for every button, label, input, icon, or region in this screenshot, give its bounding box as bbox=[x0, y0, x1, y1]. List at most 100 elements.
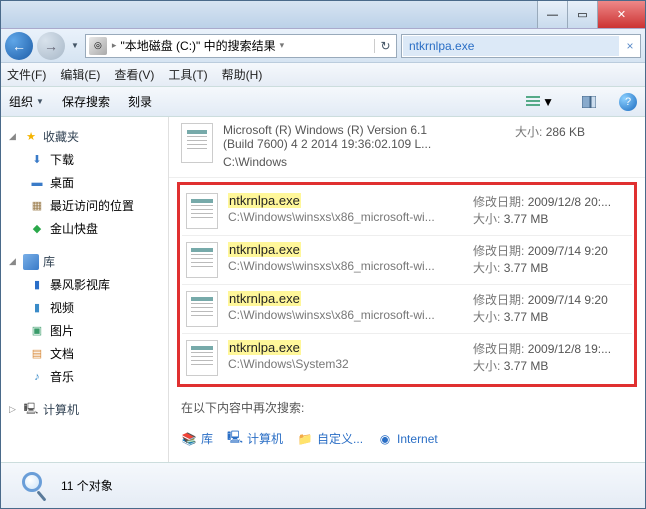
size-value: 3.77 MB bbox=[504, 359, 549, 373]
burn-label: 刻录 bbox=[128, 93, 152, 110]
menu-tools[interactable]: 工具(T) bbox=[168, 66, 207, 83]
link-label: 计算机 bbox=[247, 430, 283, 447]
search-again-label: 在以下内容中再次搜索: bbox=[169, 391, 645, 424]
address-bar[interactable]: ◎ ▸ "本地磁盘 (C:)" 中的搜索结果 ▾ ↻ bbox=[85, 34, 397, 58]
size-label: 大小: bbox=[473, 359, 500, 373]
link-label: Internet bbox=[397, 432, 438, 446]
file-icon bbox=[186, 291, 218, 327]
libraries-label: 库 bbox=[43, 253, 55, 270]
search-again-links: 📚库 🖳计算机 📁自定义... ◉ Internet bbox=[169, 424, 645, 447]
sidebar-item-jinshan[interactable]: ◆ 金山快盘 bbox=[5, 217, 164, 240]
top-result-item[interactable]: Microsoft (R) Windows (R) Version 6.1 (B… bbox=[169, 117, 645, 178]
date-value: 2009/12/8 19:... bbox=[528, 342, 611, 356]
document-icon: ▤ bbox=[29, 346, 45, 362]
size-value: 286 KB bbox=[546, 125, 585, 139]
burn-button[interactable]: 刻录 bbox=[128, 93, 152, 110]
date-value: 2009/7/14 9:20 bbox=[528, 293, 608, 307]
explorer-window: — ▭ ✕ ← → ▼ ◎ ▸ "本地磁盘 (C:)" 中的搜索结果 ▾ ↻ ×… bbox=[0, 0, 646, 509]
minimize-button[interactable]: — bbox=[537, 1, 567, 28]
search-result-item[interactable]: ntkrnlpa.exeC:\Windows\System32 修改日期: 20… bbox=[182, 333, 632, 382]
search-result-item[interactable]: ntkrnlpa.exeC:\Windows\winsxs\x86_micros… bbox=[182, 235, 632, 284]
date-label: 修改日期: bbox=[473, 244, 524, 258]
cloud-icon: ◆ bbox=[29, 221, 45, 237]
chevron-down-icon: ▼ bbox=[542, 95, 554, 109]
result-filename: ntkrnlpa.exe bbox=[228, 291, 301, 306]
recent-icon: ▦ bbox=[29, 198, 45, 214]
highlighted-results-box: ntkrnlpa.exe C:\Windows\winsxs\x86_micros… bbox=[177, 182, 637, 387]
menu-bar: 文件(F) 编辑(E) 查看(V) 工具(T) 帮助(H) bbox=[1, 63, 645, 87]
size-label: 大小: bbox=[473, 261, 500, 275]
sidebar-computer-header[interactable]: ▷ 🖳 计算机 bbox=[5, 398, 164, 421]
search-internet[interactable]: ◉ Internet bbox=[377, 431, 438, 447]
view-mode-button[interactable]: ▼ bbox=[521, 92, 559, 112]
search-input[interactable] bbox=[403, 36, 619, 56]
result-filename: ntkrnlpa.exe bbox=[228, 242, 301, 257]
address-text: "本地磁盘 (C:)" 中的搜索结果 bbox=[118, 37, 277, 54]
film-icon: ▮ bbox=[29, 277, 45, 293]
sidebar-item-video[interactable]: ▮视频 bbox=[5, 296, 164, 319]
computer-label: 计算机 bbox=[43, 401, 79, 418]
titlebar: — ▭ ✕ bbox=[1, 1, 645, 29]
sidebar-favorites-header[interactable]: ◢ ★ 收藏夹 bbox=[5, 125, 164, 148]
command-bar: 组织 ▼ 保存搜索 刻录 ▼ ? bbox=[1, 87, 645, 117]
menu-view[interactable]: 查看(V) bbox=[114, 66, 154, 83]
link-label: 库 bbox=[201, 430, 213, 447]
size-label: 大小: bbox=[473, 212, 500, 226]
help-button[interactable]: ? bbox=[619, 93, 637, 111]
sidebar-item-recent[interactable]: ▦最近访问的位置 bbox=[5, 194, 164, 217]
sidebar-item-downloads[interactable]: ⬇ 下载 bbox=[5, 148, 164, 171]
address-dropdown-icon[interactable]: ▾ bbox=[278, 40, 287, 51]
maximize-button[interactable]: ▭ bbox=[567, 1, 597, 28]
result-path: C:\Windows\System32 bbox=[228, 357, 463, 371]
sidebar-item-label: 文档 bbox=[50, 345, 74, 362]
chrome-icon: ◉ bbox=[377, 431, 393, 447]
sidebar-item-baofeng[interactable]: ▮暴风影视库 bbox=[5, 273, 164, 296]
content-area: ◢ ★ 收藏夹 ⬇ 下载 ▬桌面 ▦最近访问的位置 ◆ 金山快盘 ◢ 库 ▮暴风影视… bbox=[1, 117, 645, 462]
menu-help[interactable]: 帮助(H) bbox=[222, 66, 263, 83]
sidebar-item-documents[interactable]: ▤ 文档 bbox=[5, 342, 164, 365]
close-button[interactable]: ✕ bbox=[597, 1, 645, 28]
clear-search-button[interactable]: × bbox=[620, 39, 640, 53]
sidebar-item-desktop[interactable]: ▬桌面 bbox=[5, 171, 164, 194]
result-path: C:\Windows\winsxs\x86_microsoft-wi... bbox=[228, 308, 463, 322]
chevron-down-icon: ▼ bbox=[36, 97, 44, 106]
file-icon bbox=[186, 193, 218, 229]
sidebar-item-label: 金山快盘 bbox=[50, 220, 98, 237]
navigation-bar: ← → ▼ ◎ ▸ "本地磁盘 (C:)" 中的搜索结果 ▾ ↻ × bbox=[1, 29, 645, 63]
nav-history-dropdown[interactable]: ▼ bbox=[69, 41, 81, 50]
sidebar-item-music[interactable]: ♪音乐 bbox=[5, 365, 164, 388]
favorites-label: 收藏夹 bbox=[43, 128, 79, 145]
list-view-icon bbox=[526, 96, 540, 108]
sidebar-item-label: 下载 bbox=[50, 151, 74, 168]
result-filename: ntkrnlpa.exe bbox=[228, 193, 301, 208]
collapse-icon: ◢ bbox=[9, 131, 19, 142]
status-bar: 11 个对象 bbox=[1, 462, 645, 508]
search-result-item[interactable]: ntkrnlpa.exe C:\Windows\winsxs\x86_micros… bbox=[182, 284, 632, 333]
collapse-icon: ◢ bbox=[9, 256, 19, 267]
magnifier-icon bbox=[17, 470, 49, 502]
size-value: 3.77 MB bbox=[504, 212, 549, 226]
refresh-button[interactable]: ↻ bbox=[374, 39, 396, 53]
preview-pane-button[interactable] bbox=[577, 93, 601, 111]
search-in-libraries[interactable]: 📚库 bbox=[181, 430, 213, 447]
back-button[interactable]: ← bbox=[5, 32, 33, 60]
save-search-label: 保存搜索 bbox=[62, 93, 110, 110]
sidebar-item-pictures[interactable]: ▣图片 bbox=[5, 319, 164, 342]
sidebar-libraries-header[interactable]: ◢ 库 bbox=[5, 250, 164, 273]
sidebar-item-label: 视频 bbox=[50, 299, 74, 316]
menu-edit[interactable]: 编辑(E) bbox=[60, 66, 100, 83]
search-box[interactable]: × bbox=[401, 34, 641, 58]
save-search-button[interactable]: 保存搜索 bbox=[62, 93, 110, 110]
organize-button[interactable]: 组织 ▼ bbox=[9, 93, 44, 110]
forward-button[interactable]: → bbox=[37, 32, 65, 60]
download-icon: ⬇ bbox=[29, 152, 45, 168]
search-in-computer[interactable]: 🖳计算机 bbox=[227, 430, 283, 447]
file-icon bbox=[186, 242, 218, 278]
size-value: 3.77 MB bbox=[504, 310, 549, 324]
search-custom[interactable]: 📁自定义... bbox=[297, 430, 363, 447]
menu-file[interactable]: 文件(F) bbox=[7, 66, 46, 83]
search-result-item[interactable]: ntkrnlpa.exeC:\Windows\winsxs\x86_micros… bbox=[182, 187, 632, 235]
sidebar-item-label: 音乐 bbox=[50, 368, 74, 385]
result-path: C:\Windows bbox=[223, 155, 505, 169]
link-label: 自定义... bbox=[317, 430, 363, 447]
